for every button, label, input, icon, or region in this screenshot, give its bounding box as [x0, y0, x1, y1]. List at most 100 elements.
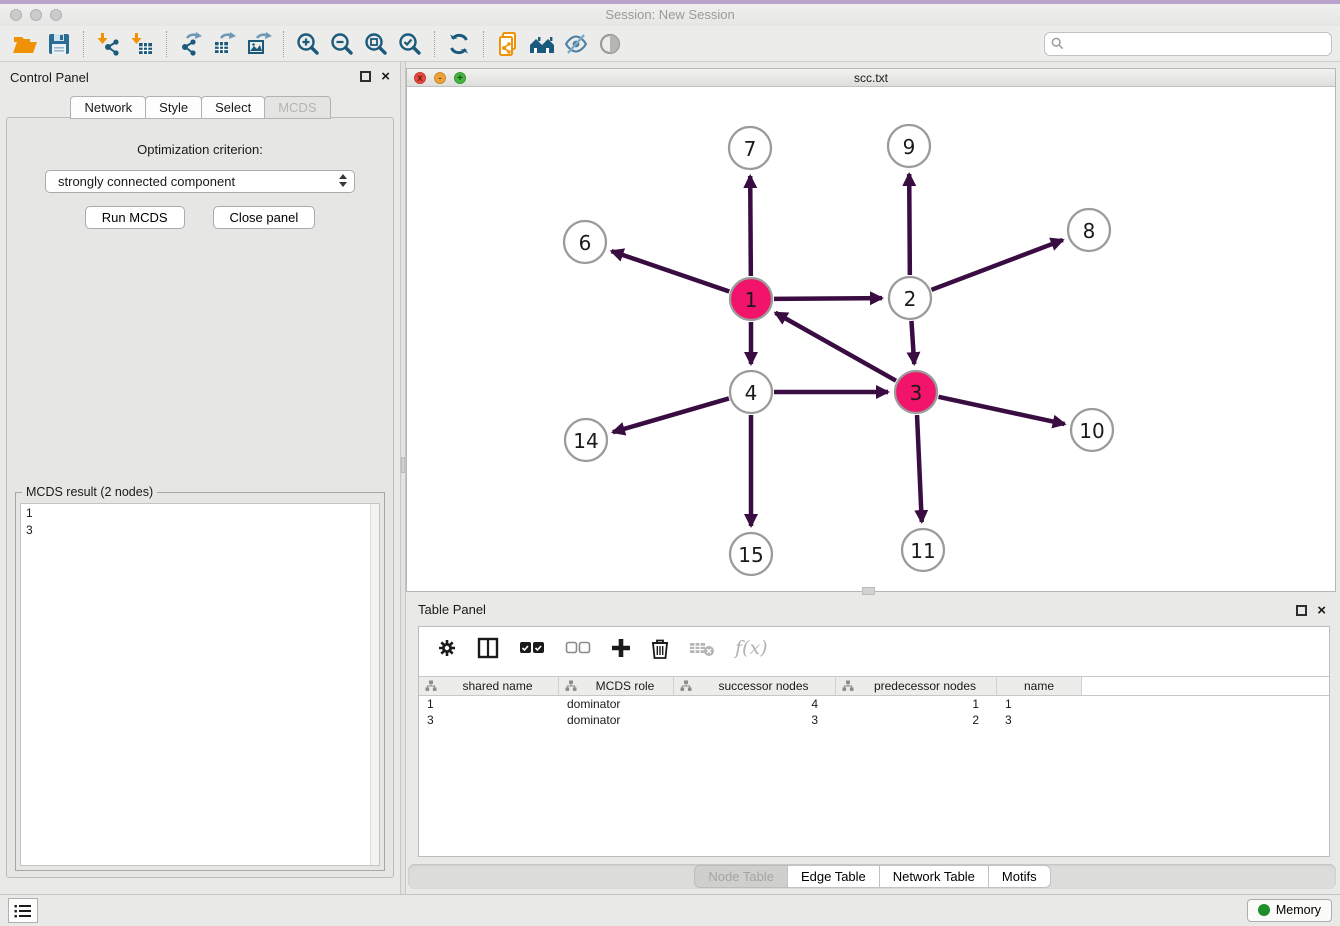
- table-panel-title: Table Panel: [406, 596, 1336, 617]
- graph-edge-3-11[interactable]: [917, 415, 922, 522]
- horizontal-splitter-grip[interactable]: [862, 587, 875, 595]
- control-tab-select[interactable]: Select: [201, 96, 265, 119]
- table-row[interactable]: 1dominator411: [419, 696, 1329, 712]
- network-canvas[interactable]: 7968124314101511: [407, 88, 1335, 591]
- column-tree-icon: [425, 680, 437, 692]
- maximize-window-button[interactable]: [50, 9, 62, 21]
- export-image-button[interactable]: [242, 29, 276, 59]
- add-row-button[interactable]: [611, 638, 631, 658]
- graph-edge-3-1[interactable]: [775, 313, 896, 381]
- network-graph[interactable]: 7968124314101511: [407, 88, 1335, 592]
- task-history-button[interactable]: [8, 898, 38, 923]
- cell-predecessor-nodes[interactable]: 1: [836, 696, 997, 712]
- show-all-networks-button[interactable]: [525, 29, 559, 59]
- plus-icon: [611, 638, 631, 658]
- float-panel-icon[interactable]: [360, 71, 371, 82]
- memory-status-dot: [1258, 904, 1270, 916]
- splitter-grip[interactable]: [401, 457, 405, 473]
- close-window-button[interactable]: [10, 9, 22, 21]
- cell-name[interactable]: 3: [997, 712, 1082, 728]
- column-selector-button[interactable]: [477, 637, 499, 659]
- criterion-select[interactable]: strongly connected component: [45, 170, 355, 193]
- export-table-button[interactable]: [208, 29, 242, 59]
- zoom-out-button[interactable]: [325, 29, 359, 59]
- zoom-in-button[interactable]: [291, 29, 325, 59]
- application-window: Session: New Session: [0, 0, 1340, 62]
- tab-node-table[interactable]: Node Table: [694, 865, 788, 888]
- network-window-titlebar: x - + scc.txt: [407, 69, 1335, 87]
- column-header-successor-nodes[interactable]: successor nodes: [674, 677, 836, 695]
- close-panel-button[interactable]: Close panel: [213, 206, 316, 229]
- graph-edge-2-8[interactable]: [932, 240, 1063, 290]
- minimize-window-button[interactable]: [30, 9, 42, 21]
- graph-edge-2-3[interactable]: [911, 321, 914, 364]
- export-table-icon: [212, 31, 238, 57]
- deselect-all-rows-button[interactable]: [565, 641, 591, 655]
- cell-MCDS-role[interactable]: dominator: [559, 696, 674, 712]
- table-settings-button[interactable]: [437, 638, 457, 658]
- cell-shared-name[interactable]: 1: [419, 696, 559, 712]
- open-session-button[interactable]: [8, 29, 42, 59]
- tab-edge-table[interactable]: Edge Table: [787, 865, 880, 888]
- window-title: Session: New Session: [0, 4, 1340, 26]
- cell-successor-nodes[interactable]: 3: [674, 712, 836, 728]
- zoom-fit-button[interactable]: [359, 29, 393, 59]
- tab-motifs[interactable]: Motifs: [988, 865, 1051, 888]
- delete-row-button[interactable]: [651, 638, 669, 659]
- save-session-button[interactable]: [42, 29, 76, 59]
- graph-edge-1-7[interactable]: [750, 176, 751, 276]
- duplicate-network-button[interactable]: [491, 29, 525, 59]
- search-field[interactable]: [1044, 32, 1332, 56]
- cell-successor-nodes[interactable]: 4: [674, 696, 836, 712]
- graph-edge-1-6[interactable]: [611, 251, 729, 291]
- table-row[interactable]: 3dominator323: [419, 712, 1329, 728]
- network-minimize-button[interactable]: -: [434, 72, 446, 84]
- column-header-shared-name[interactable]: shared name: [419, 677, 559, 695]
- cell-name[interactable]: 1: [997, 696, 1082, 712]
- column-header-predecessor-nodes[interactable]: predecessor nodes: [836, 677, 997, 695]
- run-mcds-button[interactable]: Run MCDS: [85, 206, 185, 229]
- close-table-panel-icon[interactable]: ×: [1317, 605, 1326, 616]
- import-table-button[interactable]: [125, 29, 159, 59]
- search-input[interactable]: [1068, 37, 1325, 51]
- select-all-rows-button[interactable]: [519, 641, 545, 655]
- refresh-layout-button[interactable]: [442, 29, 476, 59]
- node-table-container: f(x) shared nameMCDS rolesuccessor nodes…: [418, 626, 1330, 857]
- network-close-button[interactable]: x: [414, 72, 426, 84]
- cell-MCDS-role[interactable]: dominator: [559, 712, 674, 728]
- mcds-result-title: MCDS result (2 nodes): [22, 485, 157, 499]
- float-table-panel-icon[interactable]: [1296, 605, 1307, 616]
- mcds-result-text[interactable]: 1 3: [20, 503, 380, 866]
- result-scrollbar[interactable]: [370, 504, 379, 865]
- graph-edge-3-10[interactable]: [938, 397, 1064, 424]
- control-tab-network[interactable]: Network: [70, 96, 146, 119]
- select-stepper-icon: [339, 174, 347, 187]
- import-network-button[interactable]: [91, 29, 125, 59]
- cell-shared-name[interactable]: 3: [419, 712, 559, 728]
- graphics-details-eye-icon: [563, 31, 589, 57]
- graph-edge-2-9[interactable]: [909, 174, 910, 275]
- zoom-selected-button[interactable]: [393, 29, 427, 59]
- network-maximize-button[interactable]: +: [454, 72, 466, 84]
- cell-predecessor-nodes[interactable]: 2: [836, 712, 997, 728]
- column-header-name[interactable]: name: [997, 677, 1082, 695]
- bird-eye-view-button[interactable]: [593, 29, 627, 59]
- node-table-body: 1dominator4113dominator323: [419, 696, 1329, 728]
- duplicate-network-icon: [495, 31, 521, 57]
- column-header-MCDS-role[interactable]: MCDS role: [559, 677, 674, 695]
- show-graphics-details-button[interactable]: [559, 29, 593, 59]
- memory-button[interactable]: Memory: [1247, 899, 1332, 922]
- close-panel-icon[interactable]: ×: [381, 71, 390, 82]
- tab-network-table[interactable]: Network Table: [879, 865, 989, 888]
- graph-node-label-14: 14: [573, 429, 598, 453]
- column-tree-icon: [680, 680, 692, 692]
- graph-edge-1-2[interactable]: [774, 298, 882, 299]
- control-tab-mcds[interactable]: MCDS: [264, 96, 330, 119]
- criterion-select-value: strongly connected component: [58, 174, 235, 189]
- control-panel-header: Control Panel ×: [0, 62, 400, 90]
- export-network-button[interactable]: [174, 29, 208, 59]
- control-tab-style[interactable]: Style: [145, 96, 202, 119]
- graph-edge-4-14[interactable]: [613, 398, 729, 432]
- main-titlebar: Session: New Session: [0, 4, 1340, 26]
- table-tabs: Node TableEdge TableNetwork TableMotifs: [694, 865, 1049, 888]
